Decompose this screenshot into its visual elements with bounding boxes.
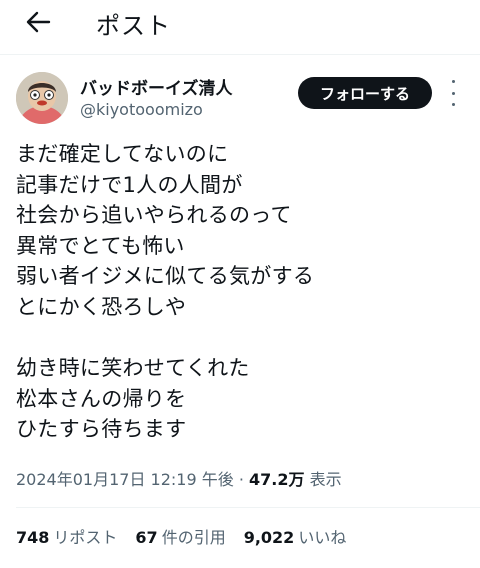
author-handle[interactable]: @kiyotooomizo [80, 100, 203, 119]
author-display-name[interactable]: バッドボーイズ清人 [80, 74, 233, 99]
tweet-line: 記事だけで1人の人間が [16, 172, 243, 197]
meta-separator: · [238, 470, 244, 489]
tweet-line: 異常でとても怖い [16, 233, 185, 258]
avatar-photo [16, 72, 68, 124]
arrow-left-icon [26, 11, 51, 33]
more-vertical-icon-dot [451, 103, 455, 106]
more-vertical-icon-dot [451, 91, 455, 95]
likes-stat[interactable]: 9,022 いいね [244, 524, 347, 548]
tweet-line: まだ確定してないのに [16, 142, 229, 166]
tweet-line: とにかく恐ろしや [16, 294, 187, 319]
tweet-line [16, 323, 466, 354]
likes-count: 9,022 [243, 528, 295, 547]
more-options-button[interactable] [446, 80, 460, 106]
views-label: 表示 [309, 470, 342, 489]
back-button[interactable] [22, 8, 54, 36]
quotes-stat[interactable]: 67 件の引用 [135, 524, 225, 548]
reposts-label: リポスト [53, 528, 118, 547]
likes-label: いいね [298, 528, 347, 547]
tweet-line: 幼き時に笑わせてくれた [16, 356, 250, 381]
engagement-stats: 748 リポスト 67 件の引用 9,022 いいね [16, 524, 346, 548]
reposts-count: 748 [16, 528, 50, 547]
tweet-body: まだ確定してないのに 記事だけで1人の人間が 社会から追いやられるのって 異常で… [16, 139, 466, 445]
tweet-line: 社会から追いやられるのって [16, 203, 292, 228]
top-bar: ポスト [0, 0, 480, 55]
quotes-count: 67 [135, 528, 158, 547]
tweet-line: 松本さんの帰りを [16, 386, 187, 411]
tweet-line: ひたすら待ちます [16, 417, 187, 442]
page-title: ポスト [96, 12, 171, 40]
views-count: 47.2万 [249, 470, 305, 489]
follow-button[interactable]: フォローする [298, 77, 432, 109]
reposts-stat[interactable]: 748 リポスト [16, 524, 117, 548]
tweet-timestamp[interactable]: 2024年01月17日 12:19 午後 [16, 470, 234, 489]
more-vertical-icon [451, 80, 455, 83]
tweet-meta: 2024年01月17日 12:19 午後 · 47.2万 表示 [16, 466, 342, 490]
tweet-line: 弱い者イジメに似てる気がする [16, 264, 315, 289]
avatar[interactable] [16, 72, 68, 124]
divider [16, 507, 480, 508]
quotes-label: 件の引用 [161, 528, 226, 547]
